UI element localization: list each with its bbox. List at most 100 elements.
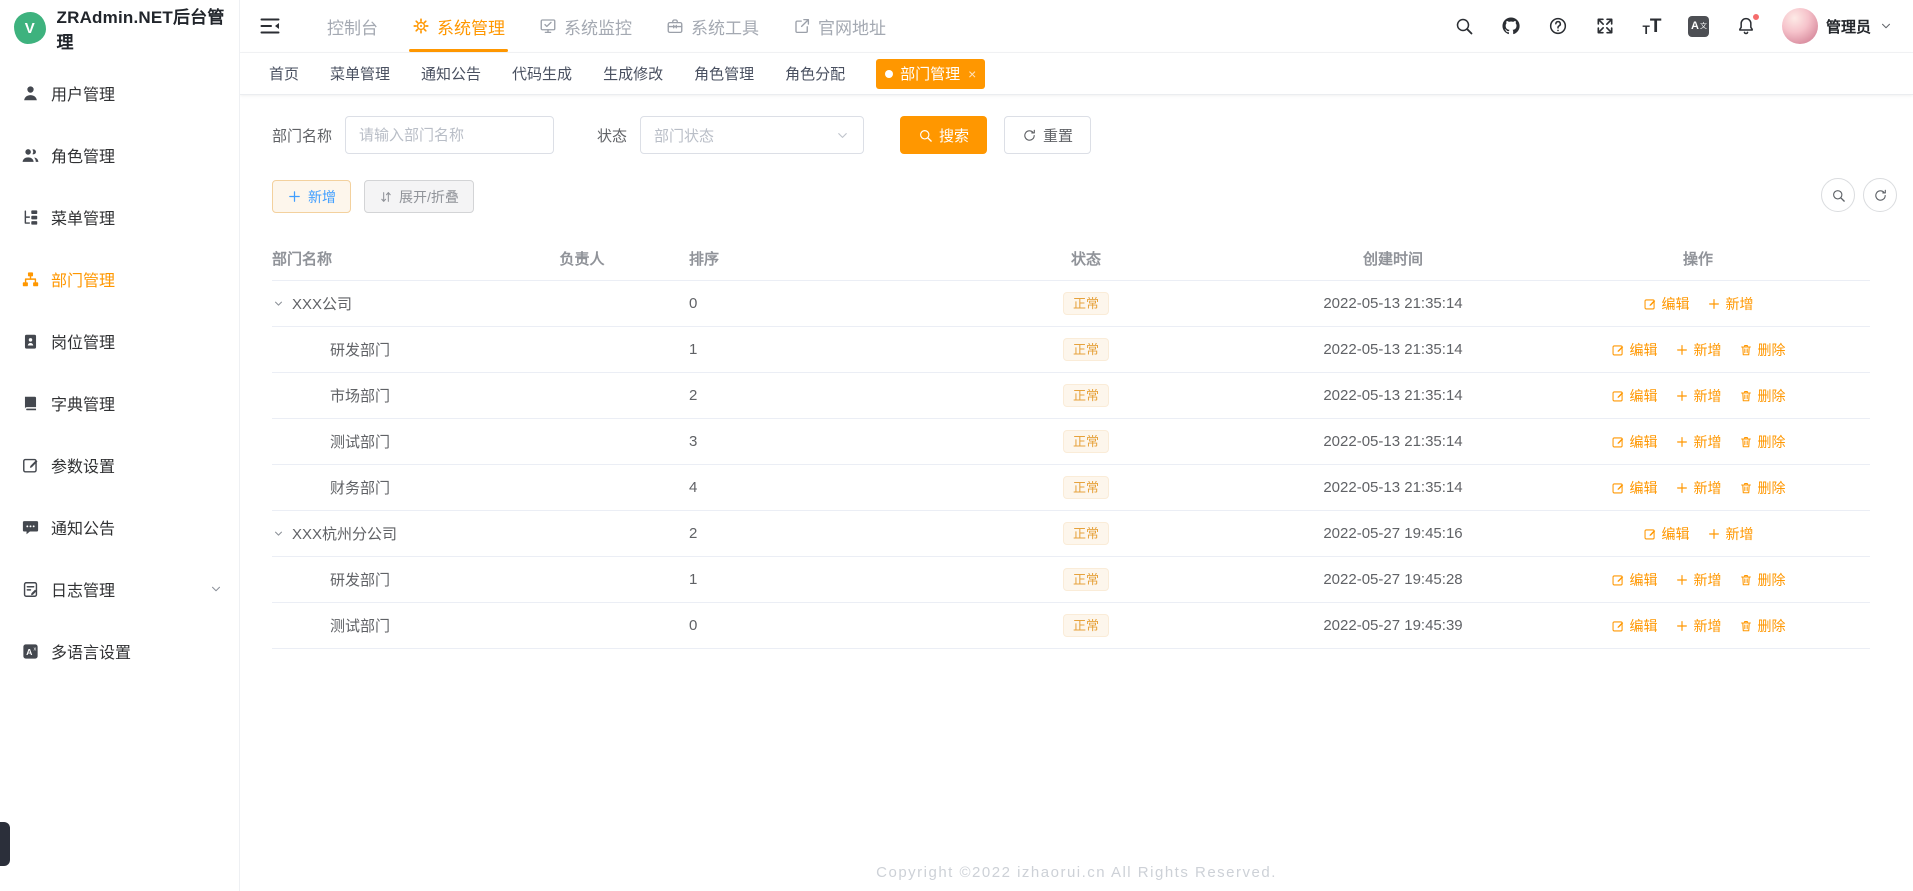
sidebar-item-8[interactable]: 日志管理 bbox=[0, 558, 239, 620]
translate-icon[interactable]: A文 bbox=[1688, 15, 1710, 37]
expand-caret-icon[interactable] bbox=[272, 297, 285, 310]
top-nav-label: 系统监控 bbox=[564, 18, 632, 38]
tag-view-tab-2[interactable]: 通知公告 bbox=[421, 63, 481, 84]
sidebar-item-5[interactable]: 字典管理 bbox=[0, 372, 239, 434]
tag-view-tab-7[interactable]: 部门管理 × bbox=[876, 58, 986, 89]
user-menu[interactable]: 管理员 bbox=[1781, 8, 1893, 44]
action-add-link[interactable]: 新增 bbox=[1675, 478, 1722, 498]
dept-name: 研发部门 bbox=[330, 572, 391, 589]
sidebar-item-0[interactable]: 用户管理 bbox=[0, 62, 239, 124]
action-edit-link[interactable]: 编辑 bbox=[1611, 386, 1658, 406]
github-icon[interactable] bbox=[1500, 15, 1522, 37]
tag-view-tab-5[interactable]: 角色管理 bbox=[694, 63, 754, 84]
sidebar-item-3[interactable]: 部门管理 bbox=[0, 248, 239, 310]
font-size-icon[interactable]: TT bbox=[1641, 15, 1663, 37]
dept-sort: 0 bbox=[689, 295, 698, 312]
action-edit-link[interactable]: 编辑 bbox=[1611, 616, 1658, 636]
action-edit-link[interactable]: 编辑 bbox=[1643, 294, 1690, 314]
action-edit-link[interactable]: 编辑 bbox=[1611, 340, 1658, 360]
theme-drawer-handle[interactable] bbox=[0, 822, 10, 866]
fullscreen-icon[interactable] bbox=[1594, 15, 1616, 37]
filter-form: 部门名称 状态 部门状态 搜索 重置 bbox=[272, 116, 1881, 154]
dept-sort: 4 bbox=[689, 479, 698, 496]
sidebar-item-2[interactable]: 菜单管理 bbox=[0, 186, 239, 248]
action-delete-link[interactable]: 删除 bbox=[1739, 616, 1786, 636]
edit-icon bbox=[1611, 573, 1625, 587]
column-header-4: 创建时间 bbox=[1362, 251, 1423, 268]
tag-view-tab-6[interactable]: 角色分配 bbox=[785, 63, 845, 84]
action-add-link[interactable]: 新增 bbox=[1707, 524, 1754, 544]
help-icon[interactable] bbox=[1547, 15, 1569, 37]
menu-fold-icon[interactable] bbox=[258, 13, 284, 39]
top-nav-item-0[interactable]: 控制台 bbox=[310, 0, 395, 52]
edit-icon bbox=[1643, 297, 1657, 311]
refresh-icon bbox=[1022, 128, 1037, 143]
action-edit-link[interactable]: 编辑 bbox=[1643, 524, 1690, 544]
top-nav-item-2[interactable]: 系统监控 bbox=[522, 0, 649, 52]
action-add-link[interactable]: 新增 bbox=[1675, 432, 1722, 452]
top-nav-item-4[interactable]: 官网地址 bbox=[776, 0, 903, 52]
plus-icon bbox=[287, 189, 302, 204]
top-nav-item-1[interactable]: 系统管理 bbox=[395, 0, 522, 52]
top-nav: 控制台 系统管理 系统监控 系统工具 官网地址 bbox=[310, 0, 903, 52]
reset-button[interactable]: 重置 bbox=[1004, 116, 1092, 154]
dept-name-input[interactable] bbox=[345, 116, 555, 154]
tag-view-tab-1[interactable]: 菜单管理 bbox=[330, 63, 390, 84]
top-nav-label: 控制台 bbox=[327, 18, 378, 38]
plus-icon bbox=[1675, 343, 1689, 357]
action-add-link[interactable]: 新增 bbox=[1675, 386, 1722, 406]
sidebar-item-7[interactable]: 通知公告 bbox=[0, 496, 239, 558]
table-row: XXX杭州分公司 2 正常 2022-05-27 19:45:16 编辑 新增 bbox=[272, 511, 1870, 557]
main-area: 控制台 系统管理 系统监控 系统工具 官网地址 T T A 文 管理员 首页 菜单管理 通知公告 代码… bbox=[240, 0, 1913, 891]
edit-icon bbox=[1611, 435, 1625, 449]
tag-view-tab-4[interactable]: 生成修改 bbox=[603, 63, 663, 84]
top-header: 控制台 系统管理 系统监控 系统工具 官网地址 T T A 文 管理员 bbox=[240, 0, 1913, 53]
action-edit-link[interactable]: 编辑 bbox=[1611, 478, 1658, 498]
trash-icon bbox=[1739, 573, 1753, 587]
add-button[interactable]: 新增 bbox=[272, 180, 351, 213]
refresh-icon bbox=[1873, 188, 1888, 203]
refresh-table-button[interactable] bbox=[1863, 178, 1897, 212]
dept-sort: 2 bbox=[689, 387, 698, 404]
action-edit-link[interactable]: 编辑 bbox=[1611, 432, 1658, 452]
row-actions: 编辑 新增 删除 bbox=[1526, 340, 1870, 360]
action-delete-link[interactable]: 删除 bbox=[1739, 570, 1786, 590]
search-icon[interactable] bbox=[1453, 15, 1475, 37]
action-delete-link[interactable]: 删除 bbox=[1739, 340, 1786, 360]
table-row: 研发部门 1 正常 2022-05-13 21:35:14 编辑 新增 删除 bbox=[272, 327, 1870, 373]
sidebar-item-4[interactable]: 岗位管理 bbox=[0, 310, 239, 372]
action-add-link[interactable]: 新增 bbox=[1675, 340, 1722, 360]
expand-caret-icon[interactable] bbox=[272, 527, 285, 540]
action-edit-link[interactable]: 编辑 bbox=[1611, 570, 1658, 590]
user-name: 管理员 bbox=[1825, 18, 1871, 36]
bell-icon[interactable] bbox=[1735, 13, 1760, 37]
column-header-5: 操作 bbox=[1682, 251, 1713, 268]
trash-icon bbox=[1739, 481, 1753, 495]
row-actions: 编辑 新增 删除 bbox=[1526, 478, 1870, 498]
status-select[interactable]: 部门状态 bbox=[640, 116, 865, 154]
expand-collapse-button[interactable]: 展开/折叠 bbox=[364, 180, 474, 213]
sidebar-item-1[interactable]: 角色管理 bbox=[0, 124, 239, 186]
app-logo-row[interactable]: V ZRAdmin.NET后台管理 bbox=[0, 0, 239, 56]
toggle-search-button[interactable] bbox=[1821, 178, 1855, 212]
tag-view-tab-0[interactable]: 首页 bbox=[269, 63, 299, 84]
action-add-link[interactable]: 新增 bbox=[1675, 570, 1722, 590]
action-delete-link[interactable]: 删除 bbox=[1739, 386, 1786, 406]
sidebar-menu: 用户管理 角色管理 菜单管理 部门管理 岗位管理 字典管理 参数设置 通知公告 日志管理 Ax 多语… bbox=[0, 62, 239, 682]
status-badge: 正常 bbox=[1062, 522, 1109, 545]
tag-view-tab-3[interactable]: 代码生成 bbox=[512, 63, 572, 84]
action-delete-link[interactable]: 删除 bbox=[1739, 432, 1786, 452]
sort-icon bbox=[379, 190, 393, 204]
action-add-link[interactable]: 新增 bbox=[1675, 616, 1722, 636]
search-button[interactable]: 搜索 bbox=[900, 116, 988, 154]
top-nav-item-3[interactable]: 系统工具 bbox=[649, 0, 776, 52]
sidebar-item-6[interactable]: 参数设置 bbox=[0, 434, 239, 496]
action-add-link[interactable]: 新增 bbox=[1707, 294, 1754, 314]
table-header-row: 部门名称 负责人 排序 状态 创建时间 操作 bbox=[272, 237, 1870, 281]
close-icon[interactable]: × bbox=[968, 66, 976, 82]
gear-icon bbox=[412, 17, 430, 35]
dept-name: XXX公司 bbox=[292, 296, 353, 313]
sidebar-item-9[interactable]: Ax 多语言设置 bbox=[0, 620, 239, 682]
comment-icon bbox=[21, 518, 40, 537]
action-delete-link[interactable]: 删除 bbox=[1739, 478, 1786, 498]
